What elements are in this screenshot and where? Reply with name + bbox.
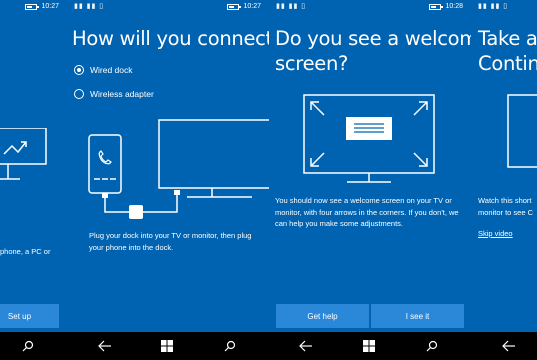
video-frame-illustration — [507, 94, 537, 168]
get-help-button[interactable]: Get help — [276, 304, 369, 328]
clock: 10:27 — [41, 3, 59, 10]
screen-panel-3: ▮▮ ▮▮ ▯ 10:28 Do you see a welcome scree… — [269, 0, 471, 332]
pc-monitor-icon — [0, 128, 47, 180]
signal-icons: ▮▮ ▮▮ ▯ — [276, 3, 307, 10]
skip-video-link[interactable]: Skip video — [478, 229, 513, 238]
page-title: How will you connect? — [72, 27, 269, 50]
dock-connection-illustration — [88, 119, 269, 219]
clock: 10:28 — [445, 3, 463, 10]
radio-selected-icon — [74, 65, 84, 75]
status-bar: 10:27 — [0, 0, 67, 14]
screen-panel-4: ▮▮ ▮▮ ▯ Take a c Continu Watch this shor… — [471, 0, 537, 332]
battery-icon — [429, 4, 444, 10]
set-up-button[interactable]: Set up — [0, 304, 59, 328]
radio-wired-dock[interactable]: Wired dock — [74, 65, 133, 75]
status-bar: ▮▮ ▮▮ ▯ — [471, 0, 537, 14]
page-title: Take a c Continu — [478, 26, 537, 76]
battery-icon — [25, 4, 40, 10]
windows-icon[interactable] — [155, 332, 179, 360]
page-title: Do you see a welcome screen? — [275, 26, 471, 76]
welcome-screen-monitor-illustration — [303, 94, 435, 183]
signal-icons: ▮▮ ▮▮ ▯ — [74, 3, 105, 10]
body-text: Plug your dock into your TV or monitor, … — [89, 231, 252, 252]
windows-icon[interactable] — [357, 332, 381, 360]
radio-label: Wired dock — [90, 65, 133, 75]
body-text: Watch this short monitor to see C — [478, 196, 534, 217]
status-bar: ▮▮ ▮▮ ▯ 10:27 — [67, 0, 269, 14]
title-line-2: screen? — [275, 52, 349, 75]
body-text: phone, a PC or — [0, 247, 51, 256]
screen-panel-1: 10:27 phone, a PC or Set up — [0, 0, 67, 332]
back-icon[interactable] — [497, 332, 521, 360]
clock: 10:27 — [243, 3, 261, 10]
search-icon[interactable] — [218, 332, 242, 360]
body-text: You should now see a welcome screen on y… — [275, 196, 459, 228]
navigation-bar — [0, 332, 537, 360]
title-line-1: Take a c — [478, 27, 537, 50]
status-bar: ▮▮ ▮▮ ▯ 10:28 — [269, 0, 471, 14]
search-icon[interactable] — [16, 332, 40, 360]
i-see-it-button[interactable]: I see it — [371, 304, 464, 328]
screen-panel-2: ▮▮ ▮▮ ▯ 10:27 How will you connect? Wire… — [67, 0, 269, 332]
signal-icons: ▮▮ ▮▮ ▯ — [478, 3, 509, 10]
back-icon[interactable] — [93, 332, 117, 360]
back-icon[interactable] — [294, 332, 318, 360]
title-line-2: Continu — [478, 52, 537, 75]
title-line-1: Do you see a welcome — [275, 27, 471, 50]
radio-unselected-icon — [74, 89, 84, 99]
radio-label: Wireless adapter — [90, 89, 154, 99]
battery-icon — [227, 4, 242, 10]
search-icon[interactable] — [420, 332, 444, 360]
phone-screens-strip: 10:27 phone, a PC or Set up ▮▮ ▮▮ ▯ 10:2… — [0, 0, 537, 360]
radio-wireless-adapter[interactable]: Wireless adapter — [74, 89, 154, 99]
